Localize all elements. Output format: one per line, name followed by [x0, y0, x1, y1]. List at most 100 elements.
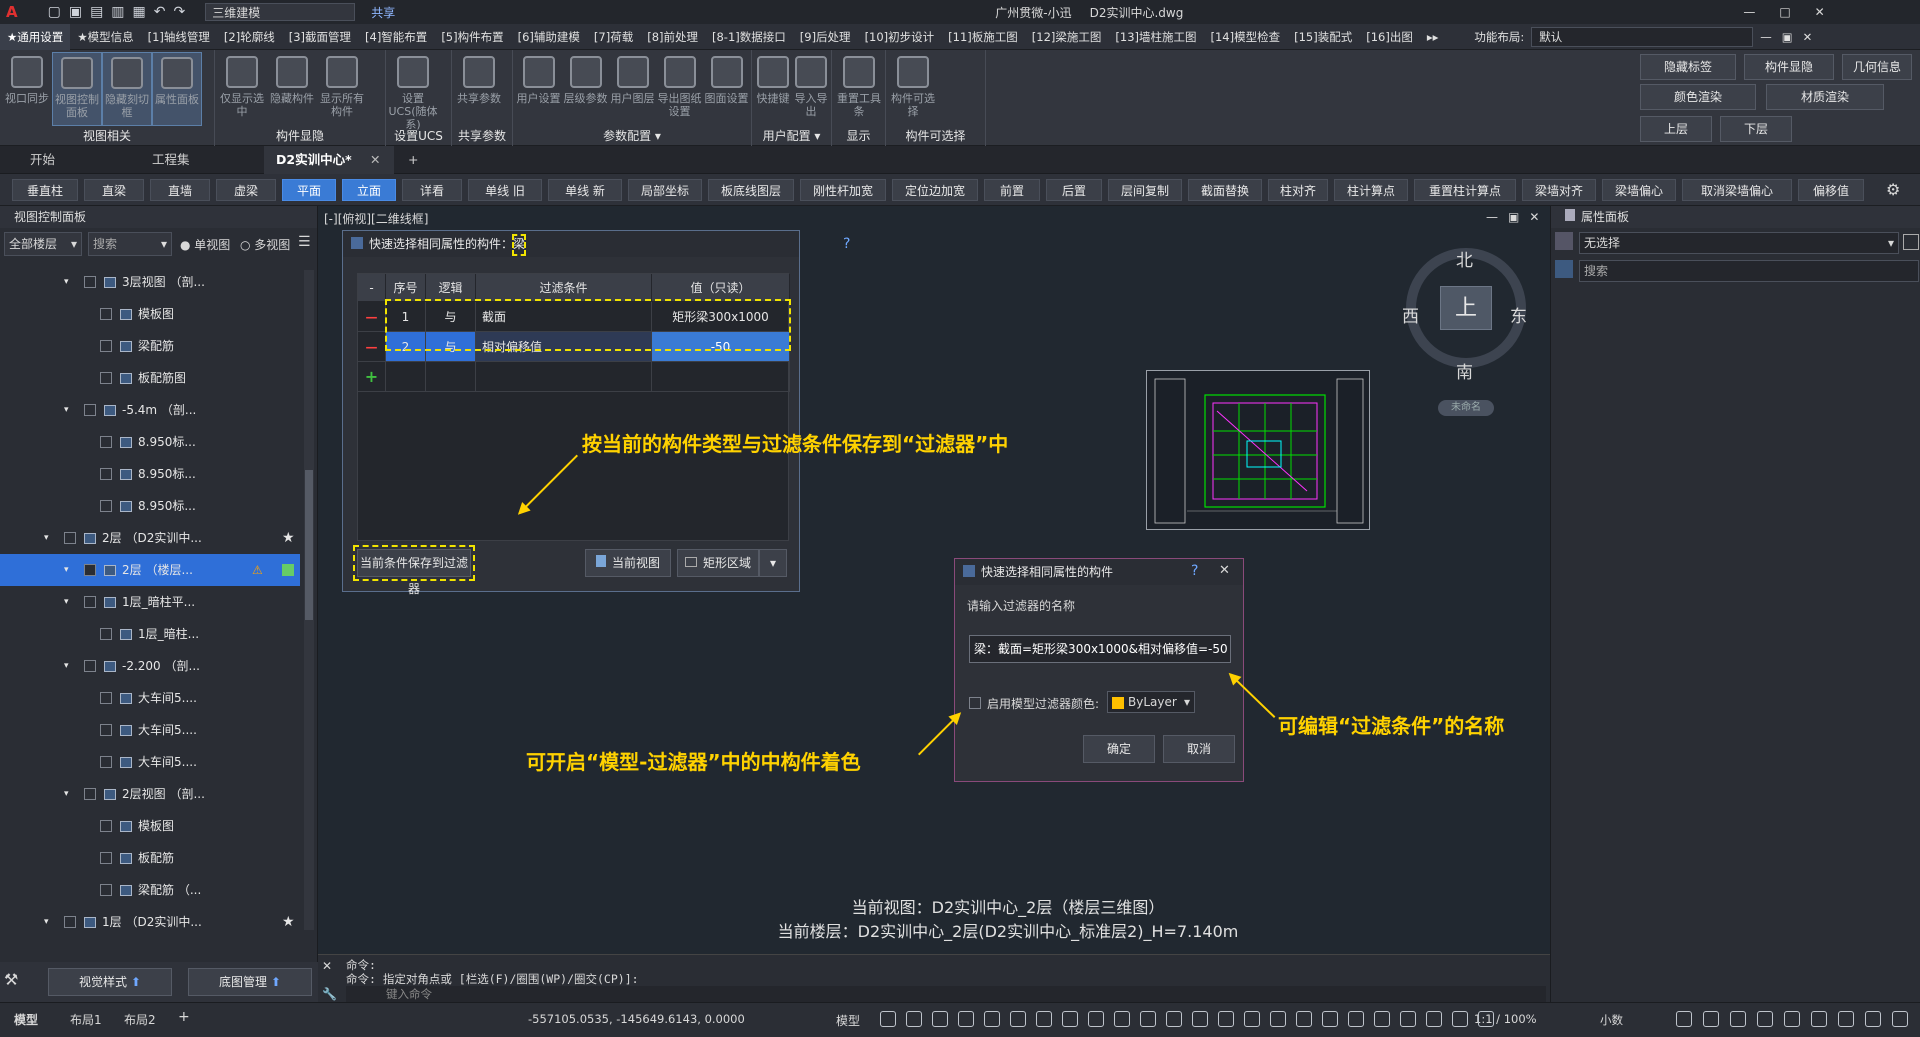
tree-scrollbar[interactable]: [304, 270, 314, 930]
ribbon-button-1-1[interactable]: 隐藏构件: [267, 52, 317, 126]
remove-row-icon[interactable]: —: [358, 332, 386, 362]
status-toggle-icon[interactable]: [932, 1011, 948, 1027]
menu-item-15[interactable]: [13]墙柱施工图: [1108, 24, 1203, 50]
status-right-icon[interactable]: [1757, 1011, 1773, 1027]
ribbon-button-0-0[interactable]: 视口同步: [2, 52, 52, 126]
toolbar-button-12[interactable]: 定位边加宽: [892, 179, 978, 201]
toolbar-button-0[interactable]: 垂直柱: [12, 179, 78, 201]
expand-arrow-icon[interactable]: ▾: [64, 586, 69, 618]
toolbar-button-19[interactable]: 重置柱计算点: [1414, 179, 1516, 201]
tree-row[interactable]: 8.950标...: [0, 426, 300, 458]
menu-icon[interactable]: ☰: [298, 234, 311, 250]
expand-arrow-icon[interactable]: ▾: [44, 522, 49, 554]
status-toggle-icon[interactable]: [906, 1011, 922, 1027]
tree-row[interactable]: ▾ 1层 （D2实训中... ★: [0, 906, 300, 938]
ribbon-right-button-5[interactable]: 上层: [1640, 116, 1712, 142]
tree-checkbox[interactable]: [100, 500, 112, 512]
star-icon[interactable]: ★: [282, 522, 295, 554]
tree-row[interactable]: ▾ 1层_暗柱平...: [0, 586, 300, 618]
menu-item-4[interactable]: [3]截面管理: [282, 24, 358, 50]
toolbar-button-21[interactable]: 梁墙偏心: [1602, 179, 1676, 201]
tab-current-doc[interactable]: D2实训中心* ✕: [264, 146, 394, 174]
tree-checkbox[interactable]: [84, 564, 96, 576]
viewport-label[interactable]: [-][俯视][二维线框]: [324, 210, 428, 227]
menu-overflow-icon[interactable]: ▸▸: [1420, 24, 1446, 50]
tree-row[interactable]: 1层_暗柱...: [0, 618, 300, 650]
ribbon-button-5-0[interactable]: 快捷键: [754, 52, 792, 126]
expand-arrow-icon[interactable]: ▾: [64, 650, 69, 682]
tree-checkbox[interactable]: [100, 372, 112, 384]
tree-row[interactable]: ▾ 2层 （D2实训中... ★: [0, 522, 300, 554]
ribbon-button-4-0[interactable]: 用户设置: [515, 52, 562, 126]
tree-row[interactable]: 梁配筋: [0, 330, 300, 362]
ribbon-button-4-1[interactable]: 层级参数: [562, 52, 609, 126]
menu-item-9[interactable]: [8]前处理: [640, 24, 705, 50]
minimize-button[interactable]: —: [1743, 5, 1755, 19]
tree-checkbox[interactable]: [100, 756, 112, 768]
close-icon[interactable]: ✕: [370, 152, 380, 167]
tree-checkbox[interactable]: [100, 820, 112, 832]
tree-row[interactable]: ▾ -5.4m （剖...: [0, 394, 300, 426]
toolbar-button-20[interactable]: 梁墙对齐: [1522, 179, 1596, 201]
toolbar-button-14[interactable]: 后置: [1046, 179, 1102, 201]
tree-row[interactable]: 模板图: [0, 298, 300, 330]
status-toggle-icon[interactable]: [1348, 1011, 1364, 1027]
cmd-input[interactable]: 键入命令: [346, 986, 1546, 1002]
status-toggle-icon[interactable]: [1010, 1011, 1026, 1027]
layout-select[interactable]: 默认: [1531, 26, 1754, 47]
status-toggle-icon[interactable]: [1452, 1011, 1468, 1027]
ribbon-right-button-6[interactable]: 下层: [1720, 116, 1792, 142]
tree-row[interactable]: ▾ 3层视图 （剖...: [0, 266, 300, 298]
units-select[interactable]: 小数: [1600, 1012, 1623, 1028]
select-icon[interactable]: [1555, 232, 1573, 250]
status-right-icon[interactable]: [1865, 1011, 1881, 1027]
tree-row[interactable]: 8.950标...: [0, 490, 300, 522]
status-right-icon[interactable]: [1784, 1011, 1800, 1027]
toolbar-button-5[interactable]: 立面: [342, 179, 396, 201]
tree-checkbox[interactable]: [100, 308, 112, 320]
ribbon-button-0-3[interactable]: 属性面板: [152, 52, 202, 126]
status-toggle-icon[interactable]: [1088, 1011, 1104, 1027]
expand-arrow-icon[interactable]: ▾: [64, 394, 69, 426]
status-toggle-icon[interactable]: [1140, 1011, 1156, 1027]
menu-item-6[interactable]: [5]构件布置: [434, 24, 510, 50]
add-tab-icon[interactable]: +: [396, 146, 426, 174]
tree-row[interactable]: 8.950标...: [0, 458, 300, 490]
status-right-icon[interactable]: [1892, 1011, 1908, 1027]
toolbar-button-15[interactable]: 层间复制: [1108, 179, 1182, 201]
tab-layout2[interactable]: 布局2: [124, 1011, 156, 1028]
expand-arrow-icon[interactable]: ▾: [44, 906, 49, 938]
viewport-window-controls[interactable]: —▣✕: [1486, 210, 1549, 224]
current-view-button[interactable]: 当前视图: [585, 549, 671, 577]
base-map-button[interactable]: 底图管理 ⬆: [188, 968, 312, 996]
tree-checkbox[interactable]: [84, 788, 96, 800]
menu-item-12[interactable]: [10]初步设计: [858, 24, 942, 50]
add-row-icon[interactable]: +: [358, 362, 386, 392]
floor-filter-select[interactable]: 全部楼层 ▾: [4, 232, 82, 256]
status-toggle-icon[interactable]: [1426, 1011, 1442, 1027]
tab-model[interactable]: 模型: [14, 1011, 38, 1028]
toolbar-button-3[interactable]: 虚梁: [216, 179, 276, 201]
rect-area-dropdown[interactable]: ▾: [759, 549, 787, 577]
remove-row-icon[interactable]: —: [358, 302, 386, 332]
status-toggle-icon[interactable]: [1244, 1011, 1260, 1027]
ucs-name-badge[interactable]: 未命名: [1438, 400, 1494, 416]
toolbar-button-9[interactable]: 局部坐标: [628, 179, 702, 201]
close-button[interactable]: ✕: [1815, 5, 1825, 19]
view-cube-top[interactable]: 上: [1440, 286, 1492, 330]
toolbar-button-23[interactable]: 偏移值: [1798, 179, 1864, 201]
menu-item-18[interactable]: [16]出图: [1359, 24, 1420, 50]
dialog2-close-button[interactable]: ✕: [1219, 563, 1230, 578]
grid-view-icon[interactable]: [1555, 260, 1573, 278]
cancel-button[interactable]: 取消: [1163, 735, 1235, 763]
toolbar-button-11[interactable]: 刚性杆加宽: [800, 179, 886, 201]
expand-arrow-icon[interactable]: ▾: [64, 778, 69, 810]
quick-access-icons[interactable]: ▢▣▤▥▦↶↷: [48, 4, 194, 20]
tree-checkbox[interactable]: [100, 852, 112, 864]
ribbon-right-button-4[interactable]: 材质渲染: [1766, 84, 1884, 110]
status-toggle-icon[interactable]: [1296, 1011, 1312, 1027]
status-toggle-icon[interactable]: [984, 1011, 1000, 1027]
ribbon-window-controls[interactable]: —▣✕: [1753, 24, 1829, 50]
ribbon-right-button-0[interactable]: 隐藏标签: [1640, 54, 1736, 80]
maximize-button[interactable]: □: [1779, 5, 1790, 19]
